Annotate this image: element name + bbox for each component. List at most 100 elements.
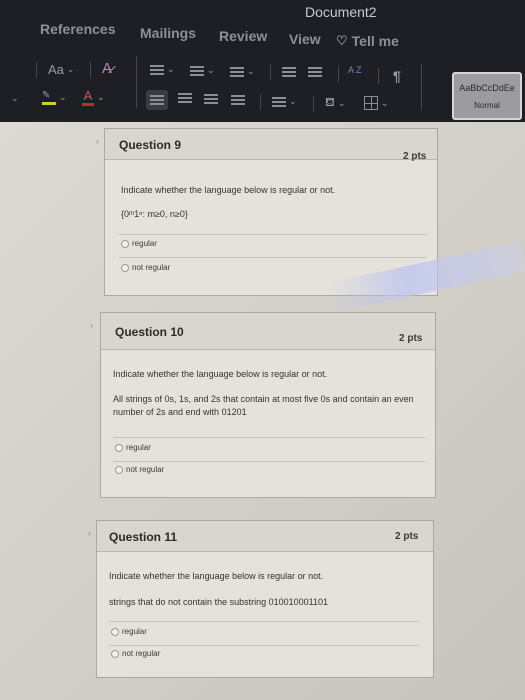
pilcrow-icon: ¶ xyxy=(393,68,401,84)
font-color-icon: A xyxy=(82,88,94,106)
option-label: not regular xyxy=(122,649,161,658)
quiz-page: › Question 9 2 pts Indicate whether the … xyxy=(0,122,525,700)
tell-me-button[interactable]: ♡ Tell me xyxy=(336,33,399,49)
justify-icon xyxy=(231,95,245,105)
tab-view[interactable]: View xyxy=(289,31,321,47)
bullet-list-icon xyxy=(150,64,164,75)
increase-indent-icon xyxy=(308,67,322,77)
separator xyxy=(313,96,314,112)
chevron-down-icon: ⌄ xyxy=(289,96,297,106)
divider xyxy=(113,461,425,462)
question-card-11: Question 11 2 pts Indicate whether the l… xyxy=(96,520,434,678)
question-points: 2 pts xyxy=(403,151,427,162)
style-normal[interactable]: AaBbCcDdEe Normal xyxy=(452,72,522,120)
option-regular[interactable]: regular xyxy=(121,239,157,248)
option-regular[interactable]: regular xyxy=(111,627,147,636)
justify-button[interactable] xyxy=(231,95,245,105)
paint-bucket-icon: ⛾ xyxy=(325,95,335,109)
question-title: Question 10 xyxy=(115,325,184,339)
document-title: Document2 xyxy=(305,4,377,20)
font-color-button[interactable]: A ⌄ xyxy=(82,88,105,106)
question-language: {0ᵐ1ⁿ: m≥0, n≥0} xyxy=(121,209,188,219)
option-regular[interactable]: regular xyxy=(115,443,151,452)
question-card-10: Question 10 2 pts Indicate whether the l… xyxy=(100,312,436,498)
align-right-button[interactable] xyxy=(204,94,218,104)
radio-button[interactable] xyxy=(121,263,129,272)
tab-review[interactable]: Review xyxy=(219,28,267,44)
separator xyxy=(136,56,137,108)
decrease-indent-button[interactable] xyxy=(282,67,296,77)
sort-icon: A Z xyxy=(348,65,362,75)
option-label: regular xyxy=(132,239,157,248)
question-language: All strings of 0s, 1s, and 2s that conta… xyxy=(113,394,414,417)
style-name: Normal xyxy=(474,101,500,110)
option-label: not regular xyxy=(126,465,165,474)
show-formatting-button[interactable]: ¶ xyxy=(393,68,401,84)
align-left-button[interactable] xyxy=(146,90,168,110)
collapse-arrow-icon[interactable]: › xyxy=(90,320,93,330)
multilevel-list-button[interactable]: ⌄ xyxy=(230,66,255,77)
chevron-down-icon: ⌄ xyxy=(167,64,175,74)
divider xyxy=(119,234,427,235)
bullets-button[interactable]: ⌄ xyxy=(150,64,175,75)
option-not-regular[interactable]: not regular xyxy=(115,465,164,474)
line-spacing-button[interactable]: ⌄ xyxy=(272,96,297,107)
increase-indent-button[interactable] xyxy=(308,67,322,77)
collapse-arrow-icon[interactable]: › xyxy=(96,136,99,146)
clear-formatting-icon: A̷ xyxy=(102,60,113,77)
lightbulb-icon: ♡ xyxy=(336,33,348,48)
word-ribbon: Document2 References Mailings Review Vie… xyxy=(0,0,525,122)
divider xyxy=(119,257,427,258)
option-label: regular xyxy=(126,443,151,452)
chevron-down-icon: ⌄ xyxy=(337,97,346,108)
highlight-button[interactable]: ✎ ⌄ xyxy=(42,90,67,105)
separator xyxy=(378,68,379,84)
align-center-button[interactable] xyxy=(178,93,192,103)
chevron-down-icon: ⌄ xyxy=(97,91,105,102)
option-label: not regular xyxy=(132,263,171,272)
borders-button[interactable]: ⌄ xyxy=(364,96,389,110)
tab-mailings[interactable]: Mailings xyxy=(140,25,196,41)
style-preview: AaBbCcDdEe xyxy=(459,83,515,93)
collapse-arrow-icon[interactable]: › xyxy=(88,528,91,538)
question-language: strings that do not contain the substrin… xyxy=(109,597,328,607)
question-points: 2 pts xyxy=(395,531,419,542)
chevron-down-icon: ⌄ xyxy=(381,97,389,108)
change-case-button[interactable]: Aa ⌄ xyxy=(48,62,74,77)
radio-button[interactable] xyxy=(115,465,123,474)
multilevel-list-icon xyxy=(230,66,244,77)
clear-formatting-button[interactable]: A̷ xyxy=(102,60,112,77)
numbering-button[interactable]: ⌄ xyxy=(190,65,215,76)
divider xyxy=(109,645,419,646)
chevron-down-icon: ⌄ xyxy=(247,66,255,76)
question-prompt: Indicate whether the language below is r… xyxy=(113,369,328,379)
question-title: Question 9 xyxy=(119,138,182,152)
radio-button[interactable] xyxy=(111,627,119,636)
shading-button[interactable]: ⛾ ⌄ xyxy=(325,95,345,111)
divider xyxy=(113,437,425,438)
option-not-regular[interactable]: not regular xyxy=(121,263,170,272)
chevron-down-icon: ⌄ xyxy=(11,93,19,103)
option-not-regular[interactable]: not regular xyxy=(111,649,160,658)
separator xyxy=(421,64,422,110)
align-center-icon xyxy=(178,93,192,103)
underline-button[interactable]: ⌄ xyxy=(8,93,19,104)
align-left-icon xyxy=(150,95,164,105)
sort-button[interactable]: A Z xyxy=(348,65,362,75)
question-title: Question 11 xyxy=(109,530,178,544)
radio-button[interactable] xyxy=(111,649,119,658)
question-prompt: Indicate whether the language below is r… xyxy=(109,571,324,581)
highlighter-icon: ✎ xyxy=(42,90,56,105)
radio-button[interactable] xyxy=(121,239,129,248)
chevron-down-icon: ⌄ xyxy=(66,64,75,74)
radio-button[interactable] xyxy=(115,443,123,452)
separator xyxy=(270,64,271,80)
chevron-down-icon: ⌄ xyxy=(207,65,215,75)
align-right-icon xyxy=(204,94,218,104)
separator xyxy=(36,62,37,78)
decrease-indent-icon xyxy=(282,67,296,77)
separator xyxy=(260,94,261,110)
tab-references[interactable]: References xyxy=(40,21,116,37)
change-case-label: Aa xyxy=(48,62,64,77)
line-spacing-icon xyxy=(272,96,286,107)
